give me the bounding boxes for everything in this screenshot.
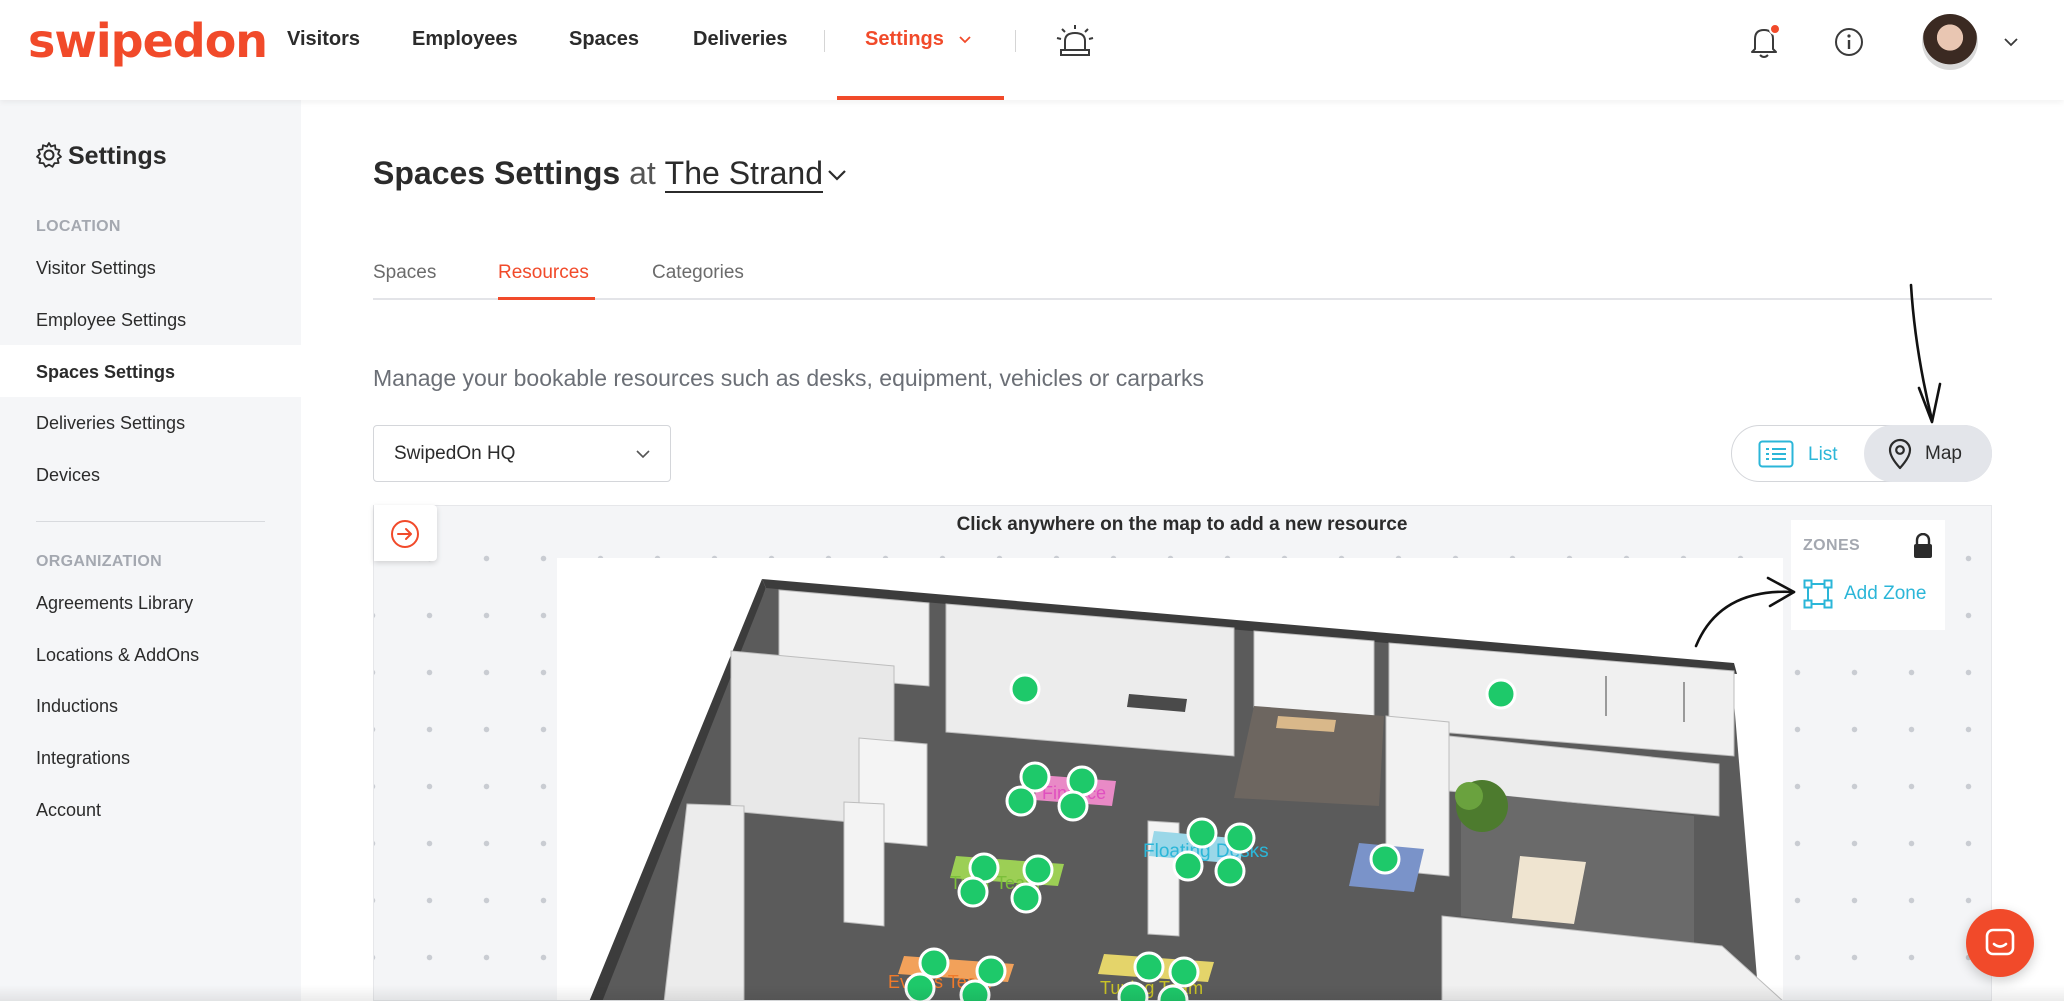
tab-categories[interactable]: Categories — [652, 262, 744, 284]
resource-pin — [1010, 882, 1042, 914]
add-zone-label: Add Zone — [1844, 583, 1927, 604]
info-icon[interactable] — [1834, 27, 1864, 57]
resource-pin — [1172, 850, 1204, 882]
chat-support-button[interactable] — [1966, 909, 2034, 977]
resource-pin — [1186, 817, 1218, 849]
chat-icon — [1985, 928, 2015, 956]
resource-pin — [1369, 843, 1401, 875]
resource-pin — [1224, 822, 1256, 854]
active-nav-indicator — [837, 96, 1004, 100]
map-view-button[interactable]: Map — [1864, 425, 1992, 482]
sidebar-item-spaces-settings[interactable]: Spaces Settings — [36, 362, 175, 383]
resource-pin — [1005, 785, 1037, 817]
nav-divider — [824, 30, 825, 52]
nav-employees[interactable]: Employees — [412, 28, 518, 51]
sidebar-item-integrations[interactable]: Integrations — [36, 748, 130, 769]
tabs-divider — [373, 298, 1992, 300]
sidebar-item-employee-settings[interactable]: Employee Settings — [36, 310, 186, 331]
resource-pin — [1485, 678, 1517, 710]
sidebar-divider — [36, 521, 265, 522]
floor-select-value: SwipedOn HQ — [394, 443, 516, 464]
floor-select[interactable]: SwipedOn HQ — [373, 425, 671, 482]
list-view-label: List — [1808, 444, 1838, 465]
page-title-at: at — [629, 155, 656, 191]
sidebar-item-visitor-settings[interactable]: Visitor Settings — [36, 258, 156, 279]
zone-shape-icon — [1803, 579, 1833, 609]
sidebar-item-inductions[interactable]: Inductions — [36, 696, 118, 717]
nav-divider — [1015, 30, 1016, 52]
resource-pin — [957, 876, 989, 908]
location-selector[interactable]: The Strand — [664, 155, 823, 193]
nav-spaces[interactable]: Spaces — [569, 28, 639, 51]
sidebar-section-location: LOCATION — [36, 218, 121, 235]
resource-pin — [1022, 854, 1054, 886]
zones-title: ZONES — [1803, 537, 1861, 554]
sidebar-item-deliveries-settings[interactable]: Deliveries Settings — [36, 413, 185, 434]
sidebar-item-devices[interactable]: Devices — [36, 465, 100, 486]
active-tab-indicator — [498, 297, 595, 300]
resource-pin — [918, 947, 950, 979]
lock-icon[interactable] — [1912, 533, 1934, 559]
resource-pin — [1009, 673, 1041, 705]
map-view-label: Map — [1925, 443, 1962, 464]
resource-pin — [1214, 855, 1246, 887]
sidebar-title: Settings — [68, 142, 167, 170]
sidebar-item-account[interactable]: Account — [36, 800, 101, 821]
resources-description: Manage your bookable resources such as d… — [373, 365, 1204, 391]
tab-resources[interactable]: Resources — [498, 262, 589, 284]
page-title-text: Spaces Settings — [373, 155, 621, 191]
bottom-edge-shadow — [0, 985, 2064, 1001]
map-expand-button[interactable] — [374, 505, 437, 561]
list-icon — [1758, 440, 1794, 468]
resource-pin — [1168, 956, 1200, 988]
annotation-arrow-icon — [1909, 283, 1942, 424]
resource-pin — [1133, 951, 1165, 983]
top-navigation: swipedon Visitors Employees Spaces Deliv… — [0, 0, 2064, 100]
swipedon-logo[interactable]: swipedon — [28, 14, 268, 68]
nav-settings[interactable]: Settings — [865, 28, 944, 51]
arrow-right-circle-icon — [391, 520, 419, 548]
gear-icon — [36, 142, 62, 168]
evacuation-alarm-icon[interactable] — [1056, 24, 1094, 58]
nav-deliveries[interactable]: Deliveries — [693, 28, 788, 51]
list-view-button[interactable]: List — [1752, 437, 1872, 471]
page-title: Spaces Settings at The Strand — [373, 155, 823, 193]
map-pin-icon — [1888, 438, 1912, 470]
annotation-arrow-icon — [1694, 576, 1796, 648]
avatar[interactable] — [1922, 14, 1978, 70]
chevron-down-icon[interactable] — [826, 166, 848, 184]
notification-dot — [1769, 23, 1781, 35]
sidebar-item-agreements-library[interactable]: Agreements Library — [36, 593, 193, 614]
resource-pin — [1057, 790, 1089, 822]
sidebar-section-organization: ORGANIZATION — [36, 553, 162, 570]
chevron-down-icon[interactable] — [957, 32, 973, 48]
chevron-down-icon — [636, 450, 650, 459]
nav-visitors[interactable]: Visitors — [287, 28, 360, 51]
chevron-down-icon[interactable] — [2002, 34, 2020, 50]
tab-spaces[interactable]: Spaces — [373, 262, 436, 284]
sidebar-item-locations-addons[interactable]: Locations & AddOns — [36, 645, 199, 666]
